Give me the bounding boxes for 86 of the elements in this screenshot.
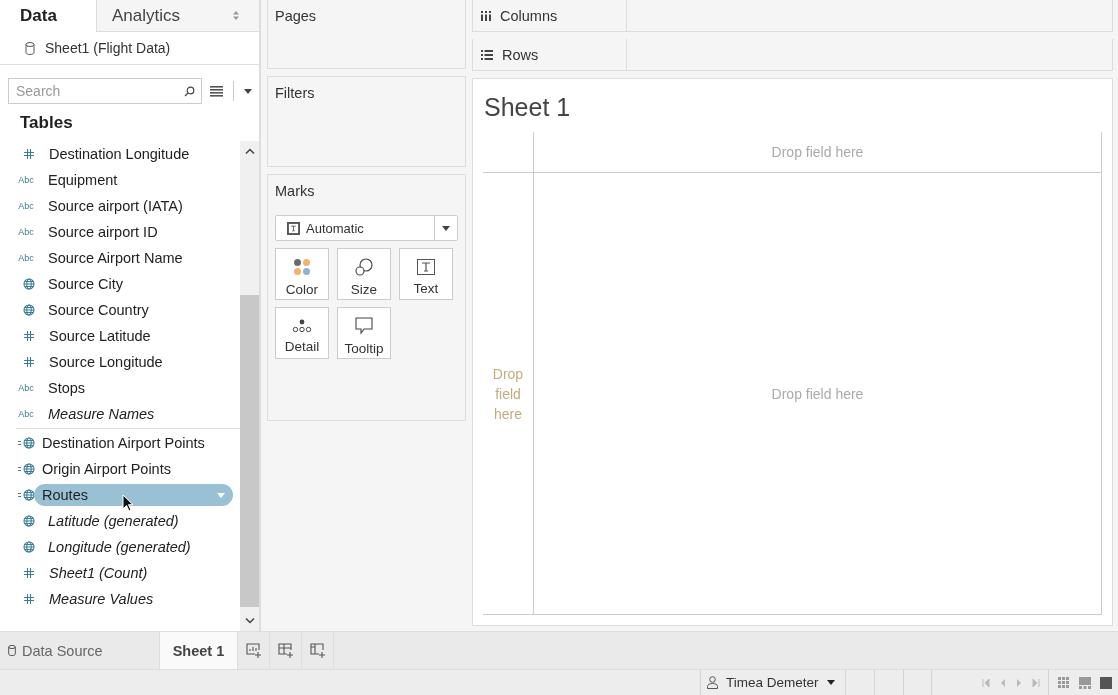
search-icon[interactable]	[184, 86, 195, 97]
field-item[interactable]: Measure Values	[43, 588, 160, 610]
shelf-label: Columns	[473, 0, 627, 31]
field-item[interactable]: Sheet1 (Count)	[43, 562, 154, 584]
scroll-up-icon[interactable]	[244, 148, 255, 154]
speech-bubble-icon	[355, 316, 373, 335]
card-title: Marks	[275, 183, 316, 199]
tables-heading: Tables	[19, 112, 74, 134]
drop-zone-text: Drop field here	[771, 144, 864, 160]
field-item[interactable]: Stops	[42, 377, 92, 399]
panel-tab[interactable]: Analytics	[96, 0, 259, 32]
sheet-title: Sheet 1	[483, 92, 572, 123]
field-item[interactable]: Routes	[34, 484, 233, 506]
database-icon	[25, 41, 35, 55]
color-dots-icon	[293, 257, 311, 276]
mark-type-label: Automatic	[306, 220, 365, 236]
mark-property-button[interactable]: Detail	[275, 307, 329, 359]
hash-icon	[24, 568, 34, 578]
globe-icon	[18, 437, 35, 449]
filmstrip-view-icon[interactable]	[1079, 676, 1091, 689]
single-view-icon[interactable]	[1100, 676, 1112, 689]
caret-icon[interactable]	[826, 680, 835, 685]
card-title: Filters	[275, 85, 315, 101]
circles-icon	[355, 257, 373, 276]
field-item[interactable]: Source Longitude	[43, 351, 169, 373]
mark-property-button[interactable]: Text	[399, 248, 453, 300]
string-type-icon: Abc	[16, 201, 40, 211]
field-item[interactable]: Source Country	[42, 299, 155, 321]
caret-icon[interactable]	[442, 225, 450, 231]
globe-icon	[18, 489, 35, 501]
string-type-icon: Abc	[16, 409, 40, 419]
first-page-icon[interactable]	[982, 678, 990, 687]
mark-property-button[interactable]: Tooltip	[337, 307, 391, 359]
text-mark-icon	[287, 221, 300, 235]
field-item[interactable]: Source Latitude	[43, 325, 157, 347]
string-type-icon: Abc	[16, 383, 40, 393]
dropdown-caret-icon[interactable]	[244, 88, 252, 94]
card-title: Pages	[275, 8, 317, 24]
sheet-tab[interactable]: Sheet 1	[160, 632, 238, 669]
globe-icon	[23, 278, 35, 290]
string-type-icon: Abc	[16, 175, 40, 185]
next-page-icon[interactable]	[1016, 678, 1022, 687]
field-item[interactable]: Destination Longitude	[43, 143, 196, 165]
hash-icon	[24, 594, 34, 604]
hash-icon	[24, 331, 34, 341]
drop-zone-text: Drop field here	[491, 364, 525, 424]
rows-icon	[481, 49, 493, 60]
columns-icon	[481, 10, 491, 21]
previous-page-icon[interactable]	[1000, 678, 1006, 687]
hash-icon	[24, 357, 34, 367]
text-icon	[417, 258, 435, 275]
dots-icon	[292, 318, 312, 333]
scrollbar[interactable]	[240, 141, 259, 631]
data-source-name[interactable]: Sheet1 (Flight Data)	[45, 40, 171, 56]
string-type-icon: Abc	[16, 253, 40, 263]
field-item[interactable]: Measure Names	[42, 403, 161, 425]
spinner-icon[interactable]	[233, 11, 239, 20]
user-menu[interactable]: Timea Demeter	[700, 670, 845, 695]
search-field[interactable]: Search	[8, 78, 202, 104]
grid-view-icon[interactable]	[1058, 676, 1070, 689]
field-item[interactable]: Longitude (generated)	[42, 536, 197, 558]
field-item[interactable]: Source airport ID	[42, 221, 164, 243]
mark-type-dropdown[interactable]: Automatic	[275, 215, 458, 241]
globe-icon	[23, 304, 35, 316]
globe-icon	[23, 541, 35, 553]
shelf-label: Rows	[473, 39, 627, 70]
mark-property-button[interactable]: Size	[337, 248, 391, 300]
field-item[interactable]: Origin Airport Points	[36, 458, 177, 480]
last-page-icon[interactable]	[1032, 678, 1040, 687]
hash-icon	[24, 149, 34, 159]
globe-icon	[23, 515, 35, 527]
drop-zone-text: Drop field here	[771, 385, 864, 402]
field-item[interactable]: Destination Airport Points	[36, 432, 211, 454]
string-type-icon: Abc	[16, 227, 40, 237]
field-item[interactable]: Source City	[42, 273, 129, 295]
mouse-pointer-icon	[122, 494, 134, 512]
mark-property-button[interactable]: Color	[275, 248, 329, 300]
database-icon	[8, 645, 16, 656]
user-icon	[707, 676, 718, 689]
field-item[interactable]: Source Airport Name	[42, 247, 189, 269]
globe-icon	[18, 463, 35, 475]
list-view-icon[interactable]	[210, 85, 223, 97]
scroll-down-icon[interactable]	[244, 618, 255, 624]
field-item[interactable]: Equipment	[42, 169, 124, 191]
field-item[interactable]: Source airport (IATA)	[42, 195, 189, 217]
field-item[interactable]: Latitude (generated)	[42, 510, 185, 532]
